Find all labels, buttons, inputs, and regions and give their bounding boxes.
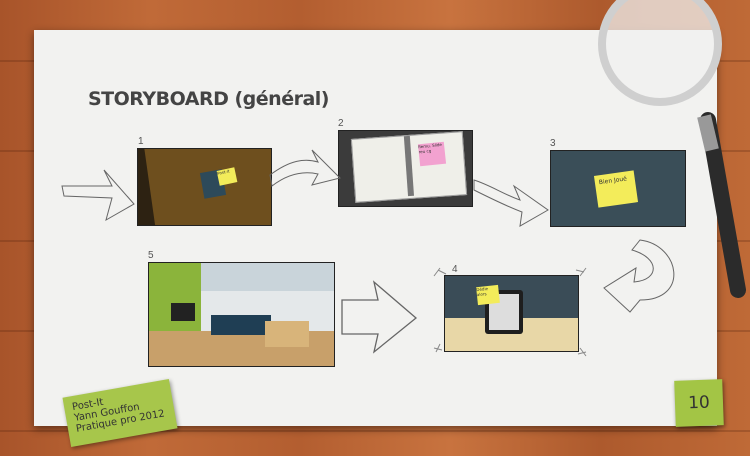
arrow-3-4-icon: [603, 239, 675, 313]
magnifier-icon: [598, 0, 746, 298]
frame-4-corner-icon: [433, 267, 447, 277]
sketch-arrows: [61, 0, 746, 357]
arrow-2-3-icon: [473, 179, 549, 227]
frame-4-corner-icon: [433, 343, 443, 353]
arrow-1-2-icon: [269, 149, 341, 187]
frame-4-corner-icon: [577, 347, 587, 357]
arrow-4-5-icon: [341, 280, 418, 354]
frame-4-corner-icon: [575, 267, 587, 277]
arrow-in-icon: [61, 169, 135, 222]
page-number: 10: [674, 379, 724, 427]
